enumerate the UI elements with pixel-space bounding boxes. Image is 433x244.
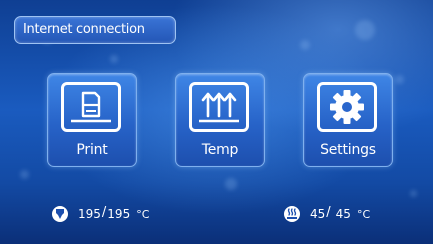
nozzle-icon bbox=[52, 206, 68, 222]
bed-current-temp: 45 bbox=[310, 207, 326, 221]
bokeh-light bbox=[410, 190, 417, 197]
print-tile[interactable]: Print bbox=[47, 73, 137, 167]
internet-connection-label: Internet connection bbox=[23, 22, 145, 37]
nozzle-temp-status: 195 / 195 °C bbox=[51, 204, 149, 224]
bed-target-temp: 45 bbox=[335, 207, 351, 221]
nozzle-target-temp: 195 bbox=[107, 207, 131, 221]
internet-connection-button[interactable]: Internet connection bbox=[14, 16, 176, 44]
bokeh-light bbox=[300, 40, 310, 50]
temp-separator: / bbox=[326, 204, 331, 220]
heated-bed-icon bbox=[284, 206, 300, 222]
bokeh-light bbox=[20, 170, 29, 179]
temp-separator: / bbox=[101, 204, 107, 220]
temp-tile[interactable]: Temp bbox=[175, 73, 265, 167]
temp-label: Temp bbox=[201, 142, 239, 158]
settings-tile[interactable]: Settings bbox=[303, 73, 393, 167]
bokeh-light bbox=[355, 20, 375, 40]
nozzle-temp-unit: °C bbox=[136, 207, 150, 221]
settings-label: Settings bbox=[320, 142, 376, 158]
gear-icon bbox=[317, 82, 377, 132]
printer-home-screen: Internet connection Print Temp Settings … bbox=[0, 0, 433, 244]
bed-temp-unit: °C bbox=[356, 207, 371, 221]
heat-arrows-icon bbox=[189, 82, 249, 132]
print-icon bbox=[61, 82, 121, 132]
bed-temp-status: 45 / 45 °C bbox=[283, 204, 370, 224]
bokeh-light bbox=[110, 55, 118, 63]
bokeh-light bbox=[395, 75, 404, 84]
print-label: Print bbox=[76, 142, 108, 158]
bokeh-light bbox=[225, 178, 237, 190]
nozzle-current-temp: 195 bbox=[78, 207, 101, 221]
